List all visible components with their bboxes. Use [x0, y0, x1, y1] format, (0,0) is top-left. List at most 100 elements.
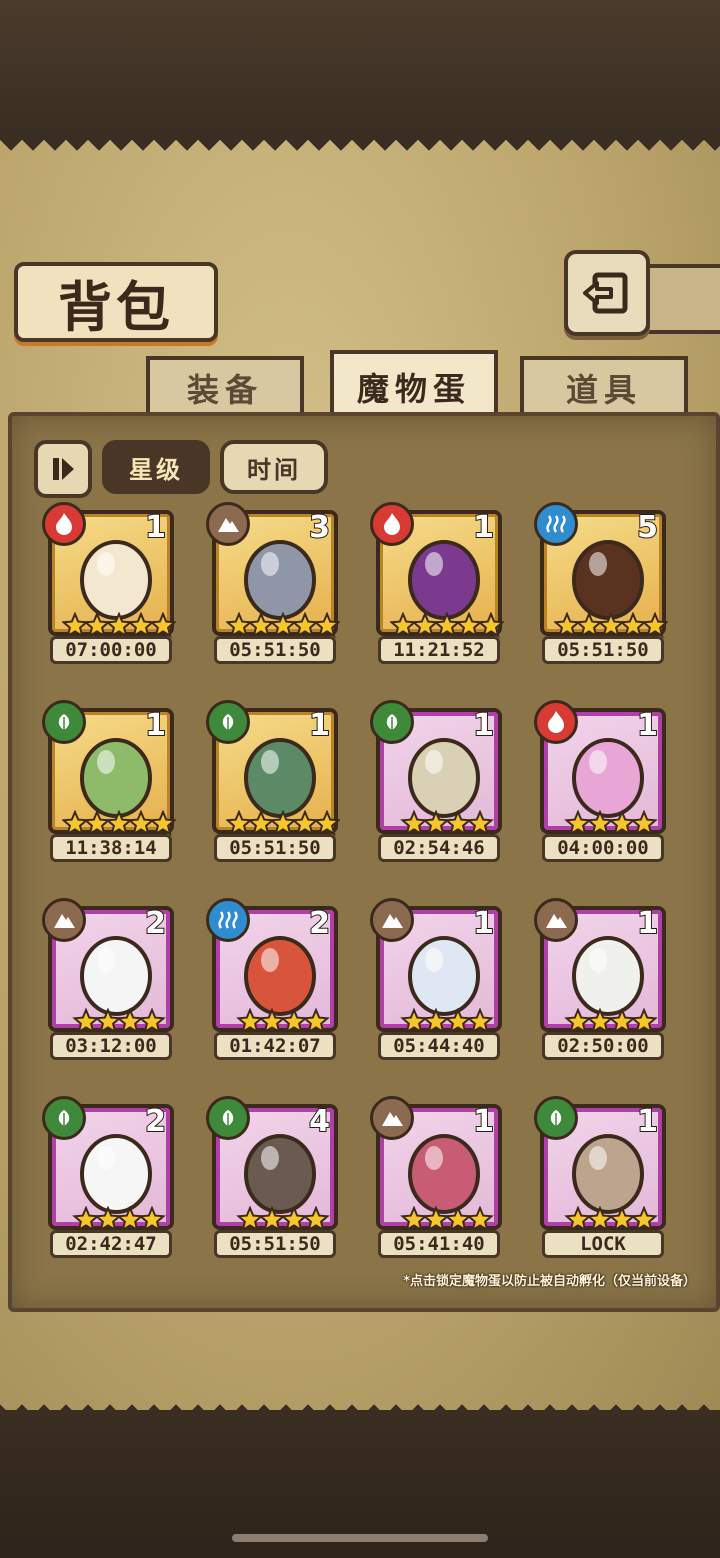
hatch-timer: 02:42:47: [50, 1230, 172, 1258]
star-icon: [630, 1206, 658, 1232]
fire-element-icon: [42, 502, 86, 546]
egg-card[interactable]: 1 05:41:40: [370, 1096, 506, 1258]
top-map-band: [0, 0, 720, 140]
hatch-timer: 05:41:40: [378, 1230, 500, 1258]
hatch-timer: 01:42:07: [214, 1032, 336, 1060]
egg-card[interactable]: 1 11:21:52: [370, 502, 506, 664]
egg-card[interactable]: 1 04:00:00: [534, 700, 670, 862]
back-button[interactable]: [564, 250, 650, 336]
egg-card[interactable]: 1 LOCK: [534, 1096, 670, 1258]
star-icon: [138, 1008, 166, 1034]
star-icon: [258, 1206, 286, 1232]
star-icon: [477, 612, 504, 638]
star-icon: [83, 810, 111, 836]
star-icon: [433, 612, 461, 638]
egg-card[interactable]: 2 01:42:07: [206, 898, 342, 1060]
egg-count: 1: [472, 1103, 495, 1140]
hatch-timer: 03:12:00: [50, 1032, 172, 1060]
star-icon: [94, 1008, 122, 1034]
star-icon: [269, 810, 297, 836]
star-icon: [400, 1206, 428, 1232]
earth-element-icon: [370, 1096, 414, 1140]
hatch-timer: 02:54:46: [378, 834, 500, 862]
egg-count: 2: [144, 1103, 167, 1140]
egg-count: 1: [636, 1103, 659, 1140]
sort-order-icon: [53, 458, 74, 480]
earth-element-icon: [206, 502, 250, 546]
tab-items[interactable]: 道具: [520, 356, 688, 416]
star-icon: [390, 612, 417, 638]
star-icon: [149, 810, 176, 836]
star-icon: [105, 810, 133, 836]
home-indicator[interactable]: [232, 1534, 488, 1542]
star-icon: [72, 1206, 100, 1232]
star-icon: [597, 612, 625, 638]
leaf-element-icon: [370, 700, 414, 744]
star-icon: [554, 612, 581, 638]
egg-count: 1: [472, 509, 495, 546]
egg-count: 2: [144, 905, 167, 942]
tab-equipment[interactable]: 装备: [146, 356, 304, 416]
star-icon: [72, 1008, 100, 1034]
star-icon: [466, 1008, 494, 1034]
sort-by-star-label: 星级: [129, 455, 183, 484]
star-icon: [608, 810, 636, 836]
star-icon: [444, 1008, 472, 1034]
water-element-icon: [206, 898, 250, 942]
egg-card[interactable]: 2 02:42:47: [42, 1096, 178, 1258]
leaf-element-icon: [206, 1096, 250, 1140]
hatch-timer: 02:50:00: [542, 1032, 664, 1060]
egg-card[interactable]: 1 07:00:00: [42, 502, 178, 664]
star-icon: [313, 612, 340, 638]
egg-card[interactable]: 2 03:12:00: [42, 898, 178, 1060]
egg-card[interactable]: 1 11:38:14: [42, 700, 178, 862]
star-icon: [127, 612, 155, 638]
star-icon: [226, 810, 253, 836]
egg-count: 1: [144, 707, 167, 744]
lock-label: LOCK: [542, 1230, 664, 1258]
star-icon: [455, 612, 483, 638]
star-icon: [302, 1206, 330, 1232]
star-icon: [280, 1008, 308, 1034]
star-icon: [400, 810, 428, 836]
hatch-timer: 11:38:14: [50, 834, 172, 862]
page-title-plate: 背包: [14, 262, 218, 342]
tab-label: 道具: [565, 371, 642, 409]
star-icon: [258, 1008, 286, 1034]
egg-card[interactable]: 1 05:44:40: [370, 898, 506, 1060]
egg-count: 1: [144, 509, 167, 546]
leaf-element-icon: [42, 1096, 86, 1140]
hatch-timer: 04:00:00: [542, 834, 664, 862]
egg-count: 4: [308, 1103, 331, 1140]
star-icon: [116, 1206, 144, 1232]
egg-card[interactable]: 4 05:51:50: [206, 1096, 342, 1258]
star-icon: [411, 612, 439, 638]
hatch-timer: 05:51:50: [542, 636, 664, 664]
water-element-icon: [534, 502, 578, 546]
tab-label: 魔物蛋: [356, 370, 471, 408]
star-icon: [105, 612, 133, 638]
egg-card[interactable]: 1 05:51:50: [206, 700, 342, 862]
star-icon: [608, 1206, 636, 1232]
egg-count: 3: [308, 509, 331, 546]
egg-card[interactable]: 1 02:54:46: [370, 700, 506, 862]
egg-card[interactable]: 1 02:50:00: [534, 898, 670, 1060]
star-icon: [236, 1206, 264, 1232]
earth-element-icon: [534, 898, 578, 942]
sort-by-star-button[interactable]: 星级: [102, 440, 210, 494]
star-icon: [422, 1206, 450, 1232]
tab-monster-eggs[interactable]: 魔物蛋: [330, 350, 498, 420]
earth-element-icon: [42, 898, 86, 942]
sort-by-time-button[interactable]: 时间: [220, 440, 328, 494]
star-icon: [575, 612, 603, 638]
back-arrow-icon: [583, 272, 628, 314]
leaf-element-icon: [206, 700, 250, 744]
star-icon: [94, 1206, 122, 1232]
egg-card[interactable]: 5 05:51:50: [534, 502, 670, 664]
egg-count: 1: [636, 707, 659, 744]
fire-element-icon: [534, 700, 578, 744]
egg-card[interactable]: 3 05:51:50: [206, 502, 342, 664]
sort-order-toggle[interactable]: [34, 440, 92, 498]
earth-element-icon: [370, 898, 414, 942]
star-icon: [226, 612, 253, 638]
